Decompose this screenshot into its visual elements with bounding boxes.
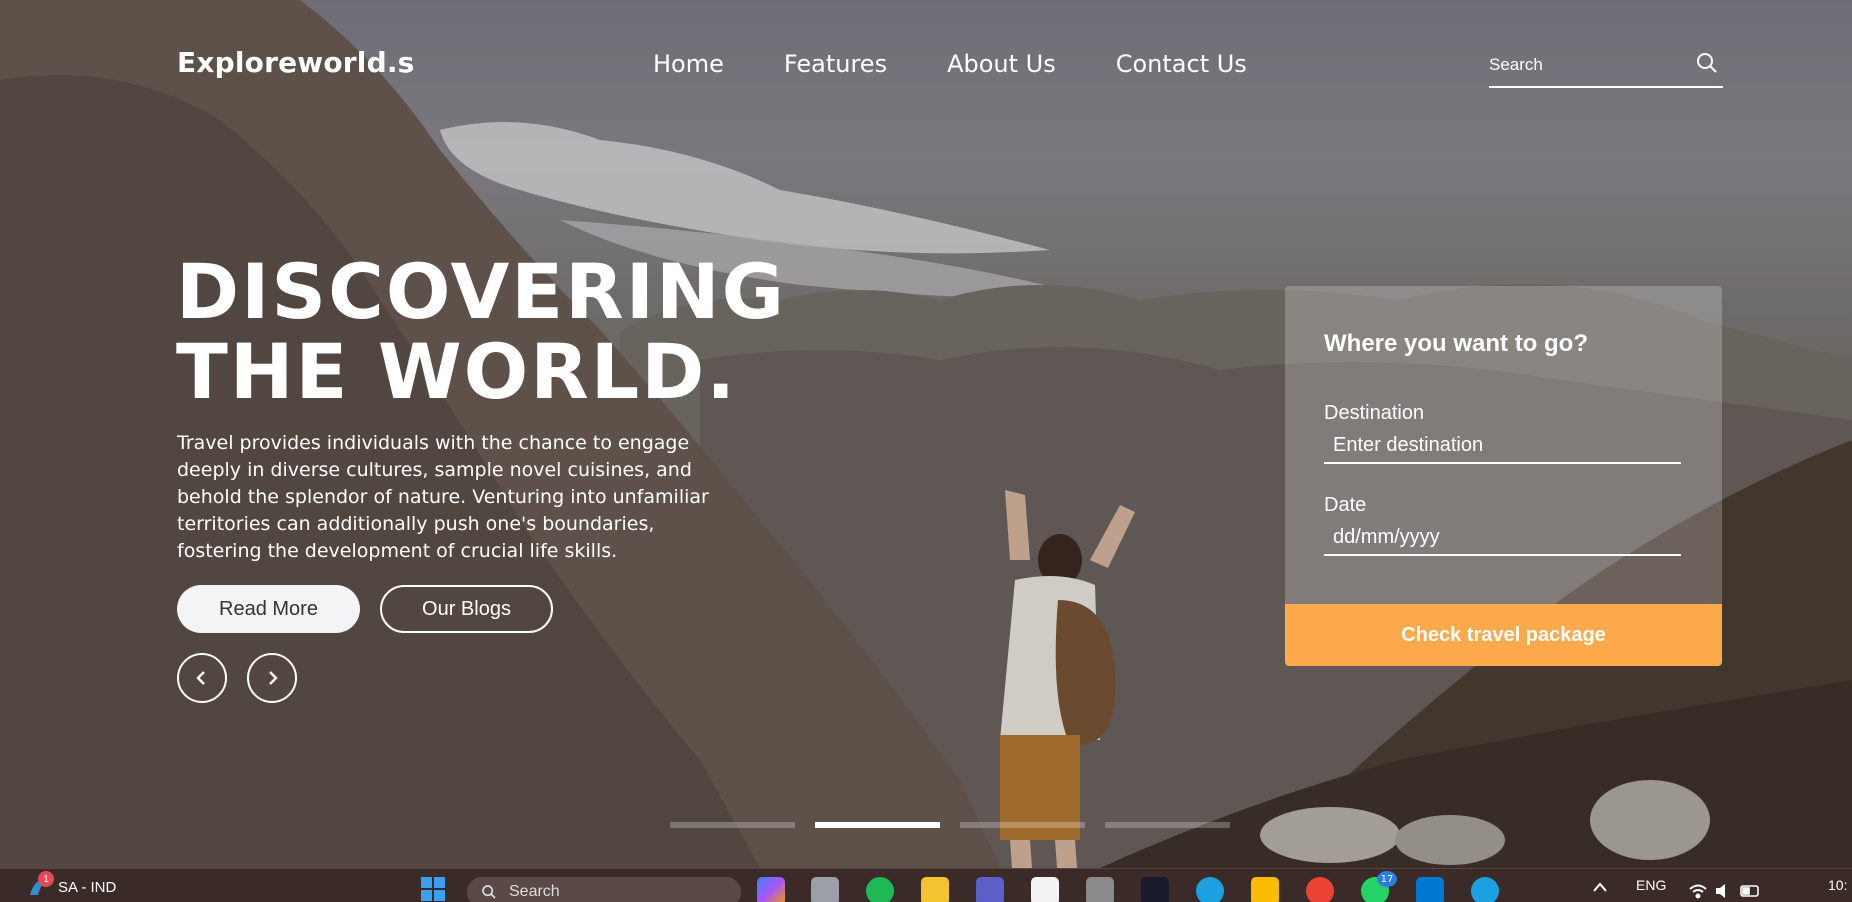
nav-features-link[interactable]: Features (784, 50, 887, 78)
language-indicator[interactable]: ENG (1636, 877, 1666, 893)
slider-prev-button[interactable] (177, 653, 227, 703)
nav-about-us-link[interactable]: About Us (947, 50, 1056, 78)
destination-input[interactable] (1324, 428, 1681, 464)
hero-headline: DISCOVERING THE WORLD. (176, 247, 786, 416)
booking-card: Where you want to go? Destination Date C… (1285, 286, 1722, 666)
vscode-icon[interactable] (1416, 877, 1444, 902)
camera-icon[interactable] (1086, 877, 1114, 902)
edge-dev-icon[interactable] (1471, 877, 1499, 902)
slider-indicator[interactable] (1105, 822, 1230, 828)
search-input[interactable] (1489, 52, 1685, 78)
os-taskbar: 1 SA - IND Search 17 ENG 10: (0, 868, 1852, 902)
chevron-right-icon (269, 671, 278, 685)
weather-text: SA - IND (58, 878, 117, 896)
our-blogs-button[interactable]: Our Blogs (380, 585, 553, 633)
weather-widget[interactable]: 1 SA - IND (26, 871, 117, 899)
taskbar-search-label: Search (509, 883, 560, 900)
date-input[interactable] (1324, 520, 1681, 556)
app-icon[interactable] (1251, 877, 1279, 902)
chevron-up-icon[interactable] (1592, 881, 1608, 893)
slider-indicator[interactable] (960, 822, 1085, 828)
clock[interactable]: 10: (1828, 877, 1847, 893)
teams-icon[interactable] (976, 877, 1004, 902)
nav-home-link[interactable]: Home (653, 50, 724, 78)
spotify-icon[interactable] (866, 877, 894, 902)
main-nav: Home Features About Us Contact Us (653, 50, 1307, 78)
hero-headline-line-2: THE WORLD. (176, 327, 738, 416)
edge-icon[interactable] (1196, 877, 1224, 902)
copilot-icon[interactable] (757, 877, 785, 902)
booking-card-body: Where you want to go? Destination Date (1285, 286, 1722, 604)
slider-indicator[interactable] (670, 822, 795, 828)
hero-description: Travel provides individuals with the cha… (177, 432, 709, 562)
adobe-icon[interactable] (1141, 877, 1169, 902)
chrome-icon[interactable] (1306, 877, 1334, 902)
whatsapp-icon[interactable]: 17 (1361, 871, 1397, 902)
weather-badge: 1 (38, 871, 54, 887)
chevron-left-icon (196, 671, 205, 685)
weather-icon: 1 (26, 871, 54, 899)
nav-contact-us-link[interactable]: Contact Us (1116, 50, 1247, 78)
taskbar-search[interactable]: Search (467, 877, 741, 902)
slider-indicators (670, 822, 1230, 828)
read-more-button[interactable]: Read More (177, 585, 360, 633)
hero-headline-line-1: DISCOVERING (176, 247, 786, 336)
volume-icon[interactable] (1714, 883, 1734, 899)
destination-label: Destination (1324, 402, 1425, 424)
file-manager-icon[interactable] (811, 877, 839, 902)
check-travel-package-button[interactable]: Check travel package (1285, 604, 1722, 666)
search-icon[interactable] (1695, 51, 1719, 75)
slider-indicator-active[interactable] (815, 822, 940, 828)
search-icon (482, 885, 496, 899)
whatsapp-badge: 17 (1377, 871, 1397, 887)
wifi-icon[interactable] (1688, 883, 1708, 899)
battery-icon[interactable] (1740, 883, 1762, 899)
booking-title: Where you want to go? (1324, 330, 1588, 357)
slider-next-button[interactable] (247, 653, 297, 703)
windows-start-icon[interactable] (420, 876, 446, 902)
folder-icon[interactable] (921, 877, 949, 902)
store-icon[interactable] (1031, 877, 1059, 902)
brand-logo[interactable]: Exploreworld.s (177, 46, 415, 79)
date-label: Date (1324, 494, 1367, 516)
search-box (1489, 46, 1723, 88)
